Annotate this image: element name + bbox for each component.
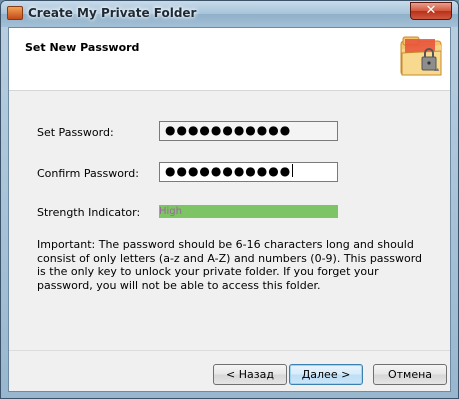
title-bar[interactable]: Create My Private Folder ✕ (1, 1, 458, 27)
info-text: Important: The password should be 6-16 c… (37, 238, 423, 292)
cancel-button[interactable]: Отмена (373, 364, 447, 385)
back-button[interactable]: < Назад (213, 364, 287, 385)
wizard-footer: < Назад Далее > Отмена (9, 350, 450, 393)
strength-value: High (159, 206, 182, 217)
window-title: Create My Private Folder (28, 6, 197, 20)
strength-label: Strength Indicator: (37, 206, 141, 219)
wizard-header: Set New Password (9, 28, 450, 91)
dialog-window: Create My Private Folder ✕ Set New Passw… (0, 0, 459, 399)
close-icon: ✕ (425, 3, 437, 18)
set-password-field[interactable]: ●●●●●●●●●●● (159, 121, 338, 141)
dialog-client-area: Set New Password Set Password: ●●●●●●●●●… (8, 27, 451, 392)
next-button[interactable]: Далее > (289, 364, 363, 385)
strength-indicator-bar: High (159, 205, 338, 218)
set-password-label: Set Password: (37, 126, 114, 139)
password-form: Set Password: ●●●●●●●●●●● Confirm Passwo… (9, 90, 450, 350)
confirm-password-field[interactable]: ●●●●●●●●●●● (159, 162, 338, 182)
text-caret (292, 164, 294, 177)
folder-lock-icon (400, 36, 442, 76)
confirm-password-label: Confirm Password: (37, 167, 139, 180)
close-button[interactable]: ✕ (410, 2, 452, 20)
confirm-password-value: ●●●●●●●●●●● (165, 164, 292, 178)
app-icon (7, 6, 23, 20)
page-title: Set New Password (25, 41, 140, 54)
